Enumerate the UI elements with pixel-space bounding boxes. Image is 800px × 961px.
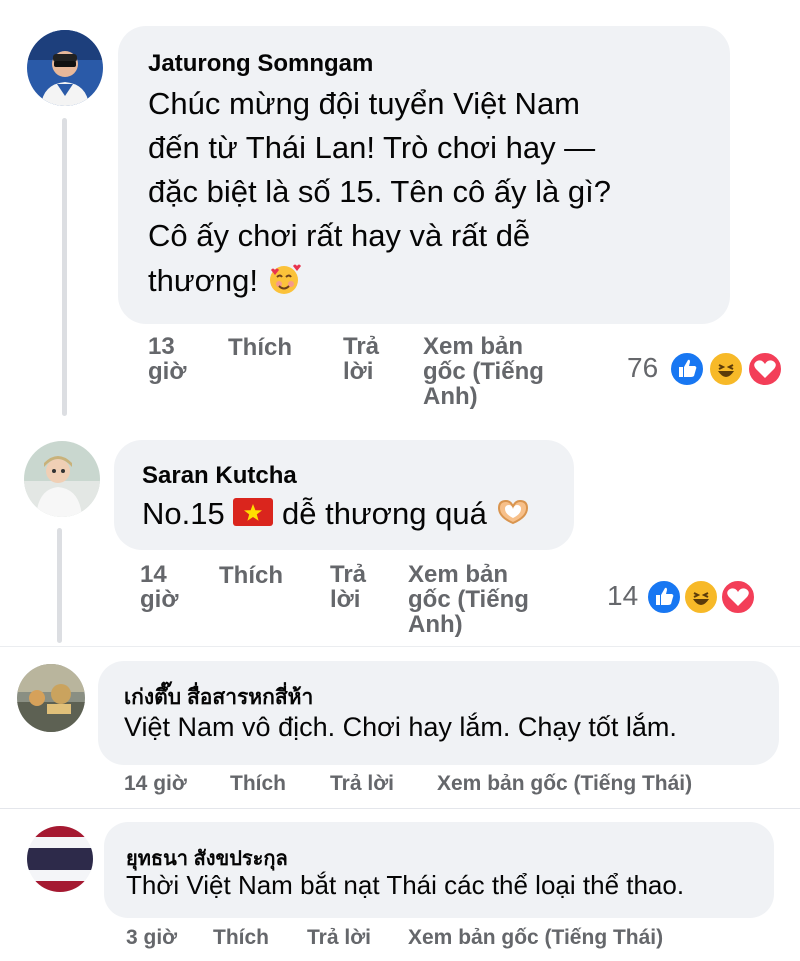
comment-time-line: giờ bbox=[140, 586, 179, 613]
like-icon[interactable] bbox=[645, 578, 683, 616]
comment-text-line: Cô ấy chơi rất hay và rất dễ bbox=[148, 218, 531, 253]
like-button[interactable]: Thích bbox=[230, 772, 286, 796]
reply-button[interactable]: Trả lời bbox=[330, 562, 366, 612]
comment-text-span: No.15 bbox=[142, 496, 225, 531]
section-divider bbox=[0, 646, 800, 647]
thread-line bbox=[57, 528, 62, 643]
see-original-line: Anh) bbox=[408, 611, 463, 638]
comment-text-line: đặc biệt là số 15. Tên cô ấy là gì? bbox=[148, 174, 612, 209]
comment-time[interactable]: 14 giờ bbox=[140, 562, 200, 612]
comment-text-span: dễ thương quá bbox=[281, 496, 487, 531]
section-divider bbox=[0, 808, 800, 809]
heart-hands-icon bbox=[495, 497, 531, 535]
comment-text: Việt Nam vô địch. Chơi hay lắm. Chạy tốt… bbox=[124, 712, 677, 742]
love-icon[interactable] bbox=[719, 578, 757, 616]
comment-text-line: đến từ Thái Lan! Trò chơi hay — bbox=[148, 130, 596, 165]
reply-button-line: lời bbox=[343, 358, 374, 385]
comment-time[interactable]: 14 giờ bbox=[124, 772, 187, 796]
reply-button[interactable]: Trả lời bbox=[330, 772, 394, 796]
haha-icon[interactable] bbox=[682, 578, 720, 616]
avatar[interactable] bbox=[27, 826, 93, 892]
comment-text: Thời Việt Nam bắt nạt Thái các thể loại … bbox=[126, 870, 685, 900]
comment-author[interactable]: เก่งตึ๊บ สื่อสารหกสี่ห้า bbox=[124, 681, 313, 714]
see-original-line: Xem bản bbox=[408, 561, 509, 588]
reaction-count[interactable]: 14 bbox=[607, 580, 638, 612]
see-original-button[interactable]: Xem bản gốc (Tiếng Anh) bbox=[408, 562, 529, 637]
see-original-button[interactable]: Xem bản gốc (Tiếng Anh) bbox=[423, 334, 544, 409]
love-icon[interactable] bbox=[746, 350, 784, 388]
smiling-face-with-hearts-icon bbox=[267, 262, 301, 304]
vietnam-flag-icon bbox=[233, 497, 274, 534]
like-button[interactable]: Thích bbox=[219, 562, 283, 590]
like-icon[interactable] bbox=[668, 350, 706, 388]
comment-text-span: thương! bbox=[148, 263, 259, 299]
see-original-button[interactable]: Xem bản gốc (Tiếng Thái) bbox=[408, 926, 663, 950]
comment-time[interactable]: 3 giờ bbox=[126, 926, 177, 950]
avatar[interactable] bbox=[17, 664, 85, 732]
see-original-line: gốc (Tiếng bbox=[423, 358, 544, 385]
comment-time-line: 13 bbox=[148, 333, 175, 360]
haha-icon[interactable] bbox=[707, 350, 745, 388]
avatar[interactable] bbox=[24, 441, 100, 517]
reply-button[interactable]: Trả lời bbox=[343, 334, 379, 384]
comment-text-line: thương! bbox=[148, 262, 301, 304]
comment-time-line: 14 bbox=[140, 561, 167, 588]
reaction-count[interactable]: 76 bbox=[627, 352, 658, 384]
reply-button[interactable]: Trả lời bbox=[307, 926, 371, 950]
reply-button-line: Trả bbox=[330, 561, 367, 588]
comment-author[interactable]: Jaturong Somngam bbox=[148, 50, 373, 78]
comment-text-line: Chúc mừng đội tuyển Việt Nam bbox=[148, 86, 581, 121]
see-original-line: Anh) bbox=[423, 383, 478, 410]
like-button[interactable]: Thích bbox=[213, 926, 269, 950]
avatar[interactable] bbox=[27, 30, 103, 106]
comment-author[interactable]: Saran Kutcha bbox=[142, 462, 297, 490]
see-original-line: gốc (Tiếng bbox=[408, 586, 529, 613]
comment-text-line: No.15 dễ thương quá bbox=[142, 496, 531, 535]
comment-time[interactable]: 13 giờ bbox=[148, 334, 208, 384]
like-button[interactable]: Thích bbox=[228, 334, 292, 362]
see-original-button[interactable]: Xem bản gốc (Tiếng Thái) bbox=[437, 772, 692, 796]
reply-button-line: lời bbox=[330, 586, 361, 613]
comment-time-line: giờ bbox=[148, 358, 187, 385]
reply-button-line: Trả bbox=[343, 333, 380, 360]
thread-line bbox=[62, 118, 67, 416]
see-original-line: Xem bản bbox=[423, 333, 524, 360]
